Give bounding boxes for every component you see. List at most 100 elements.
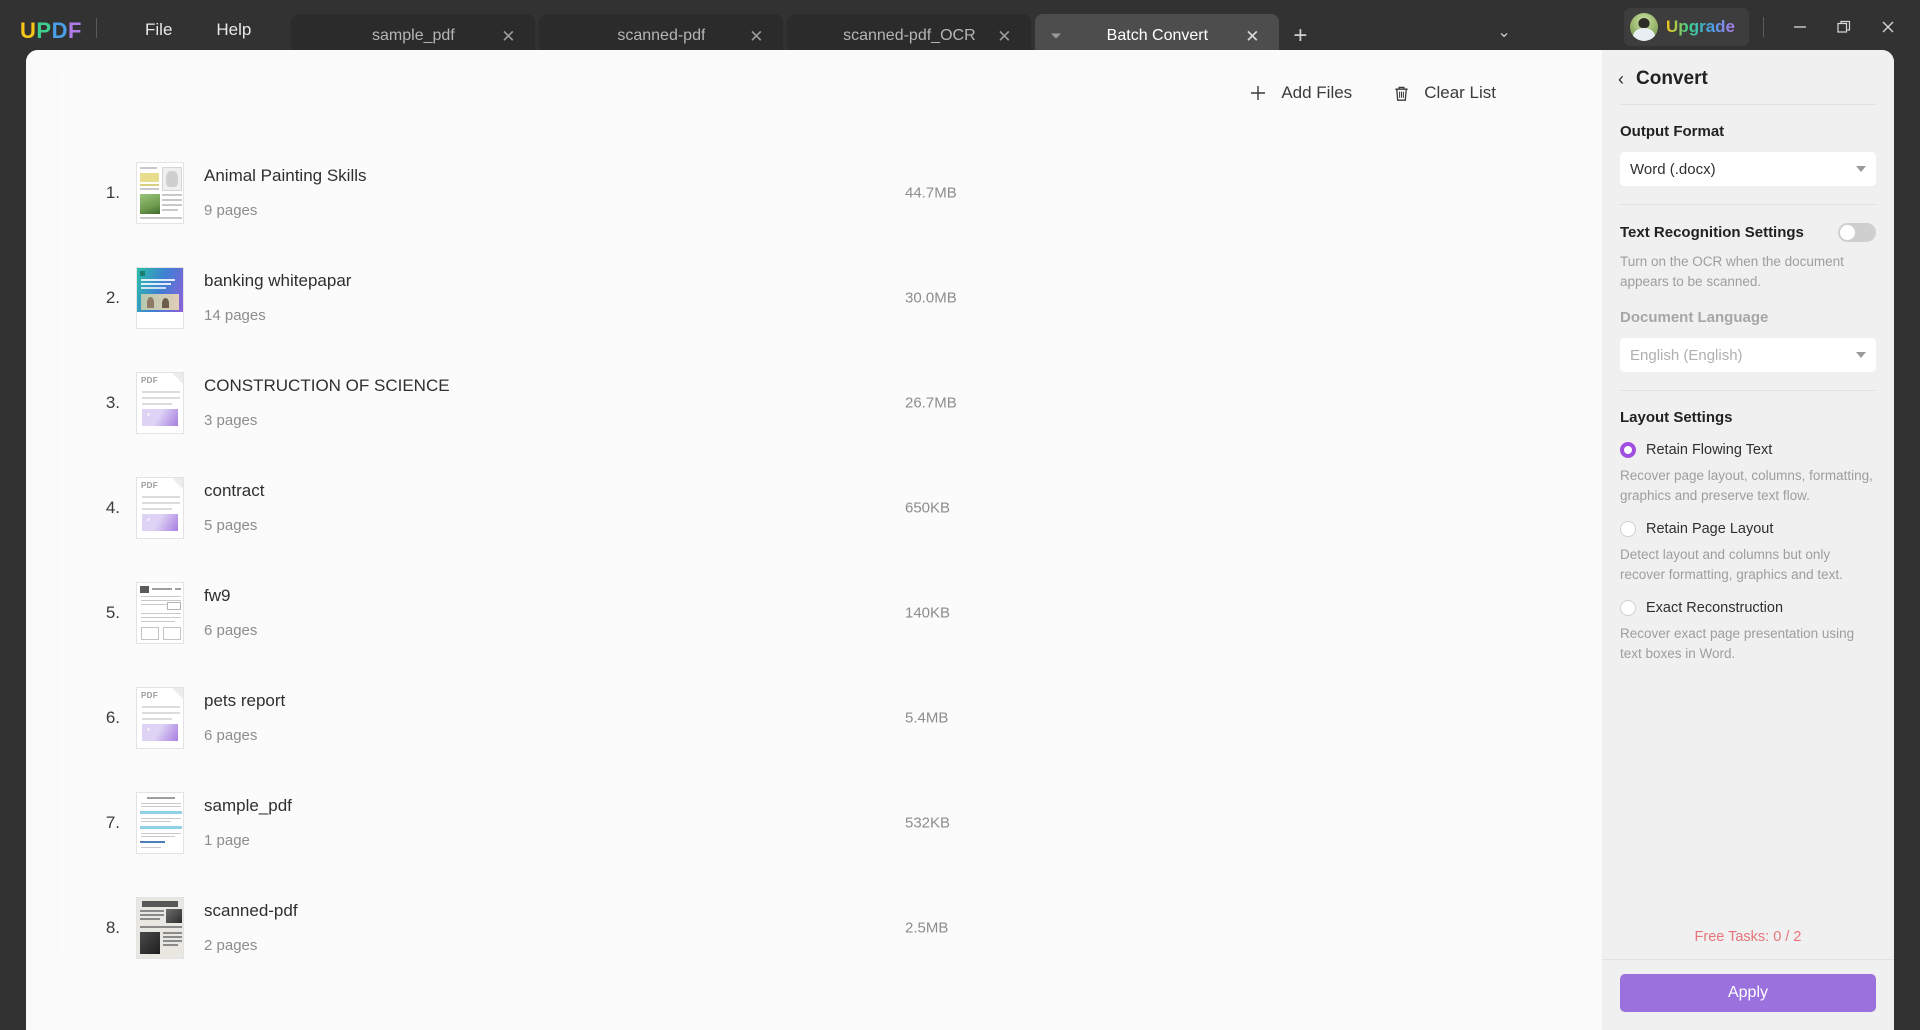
- radio-retain-flowing-text[interactable]: Retain Flowing Text: [1620, 442, 1876, 459]
- close-icon[interactable]: ✕: [995, 27, 1013, 45]
- row-index: 5.: [105, 602, 120, 622]
- tab-label: scanned-pdf: [617, 27, 706, 44]
- menu-item-file[interactable]: File: [123, 16, 194, 44]
- file-thumbnail: [136, 791, 184, 854]
- layout-settings-section: Layout Settings Retain Flowing Text Reco…: [1602, 391, 1894, 663]
- row-index: 4.: [105, 497, 120, 517]
- back-chevron-icon[interactable]: ‹: [1618, 70, 1624, 88]
- table-row[interactable]: 4. contract 5 pages 650KB: [60, 455, 1530, 560]
- convert-panel: ‹ Convert Output Format Word (.docx) Tex…: [1602, 50, 1894, 1030]
- table-row[interactable]: 5. fw9 6 pages 140KB: [60, 560, 1530, 665]
- clear-list-button[interactable]: Clear List: [1390, 82, 1496, 104]
- app-shell: Add Files Clear List 1. Animal Painting …: [26, 50, 1894, 1030]
- radio-exact-reconstruction[interactable]: Exact Reconstruction: [1620, 600, 1876, 617]
- apply-button[interactable]: Apply: [1620, 974, 1876, 1012]
- ocr-toggle[interactable]: [1838, 223, 1876, 242]
- plus-icon: [1247, 82, 1269, 104]
- file-size: 140KB: [905, 604, 951, 621]
- row-index: 6.: [105, 707, 120, 727]
- file-size: 30.0MB: [905, 289, 957, 306]
- file-list: 1. Animal Painting Skills 9 pages 44.7MB…: [60, 140, 1530, 980]
- add-files-button[interactable]: Add Files: [1247, 82, 1352, 104]
- table-row[interactable]: 3. CONSTRUCTION OF SCIENCE 3 pages 26.7M…: [60, 350, 1530, 455]
- list-toolbar: Add Files Clear List: [1247, 82, 1496, 104]
- upgrade-label: Upgrade: [1666, 17, 1735, 36]
- menu-item-help[interactable]: Help: [194, 16, 273, 44]
- document-language-select[interactable]: English (English): [1620, 338, 1876, 373]
- file-pages: 1 page: [204, 832, 250, 849]
- radio-retain-page-layout[interactable]: Retain Page Layout: [1620, 521, 1876, 538]
- menu-bar: File Help: [123, 16, 273, 44]
- row-index: 1.: [105, 182, 120, 202]
- radio-label: Exact Reconstruction: [1646, 600, 1784, 617]
- toggle-knob: [1840, 225, 1855, 240]
- close-window-button[interactable]: [1866, 12, 1910, 42]
- minimize-icon: [1794, 26, 1806, 28]
- table-row[interactable]: 2. banking whitepapar 14 pages 30.0MB: [60, 245, 1530, 350]
- document-language-label: Document Language: [1620, 309, 1769, 327]
- close-icon: [1882, 21, 1894, 33]
- chevron-down-icon: [1856, 352, 1866, 359]
- file-name: CONSTRUCTION OF SCIENCE: [204, 376, 450, 395]
- table-row[interactable]: 6. pets report 6 pages 5.4MB: [60, 665, 1530, 770]
- panel-header: ‹ Convert: [1602, 50, 1894, 104]
- file-thumbnail: [136, 686, 184, 749]
- logo-divider: [96, 18, 97, 38]
- file-info: fw9 6 pages: [204, 586, 257, 639]
- radio-description: Recover page layout, columns, formatting…: [1620, 468, 1873, 503]
- row-index: 3.: [105, 392, 120, 412]
- radio-description: Recover exact page presentation using te…: [1620, 626, 1855, 661]
- output-format-value: Word (.docx): [1630, 160, 1716, 178]
- file-thumbnail: [136, 371, 184, 434]
- controls-divider: [1763, 17, 1764, 37]
- logo-letter-p: P: [36, 18, 52, 43]
- chevron-down-icon[interactable]: [1051, 33, 1062, 39]
- file-name: sample_pdf: [204, 796, 292, 815]
- avatar: [1630, 13, 1659, 41]
- file-size: 5.4MB: [905, 709, 949, 726]
- file-size: 532KB: [905, 814, 951, 831]
- panel-title: Convert: [1636, 68, 1708, 89]
- close-icon[interactable]: ✕: [1243, 27, 1261, 45]
- document-language-section: Document Language English (English): [1602, 291, 1894, 373]
- file-size: 26.7MB: [905, 394, 957, 411]
- file-name: Animal Painting Skills: [204, 166, 367, 185]
- minimize-button[interactable]: [1778, 12, 1822, 42]
- table-row[interactable]: 8. scanned-pdf 2 pages 2.5MB: [60, 875, 1530, 980]
- tab-label: Batch Convert: [1106, 27, 1209, 44]
- table-row[interactable]: 1. Animal Painting Skills 9 pages 44.7MB: [60, 140, 1530, 245]
- file-info: Animal Painting Skills 9 pages: [204, 166, 367, 219]
- file-size: 650KB: [905, 499, 951, 516]
- close-icon[interactable]: ✕: [747, 27, 765, 45]
- logo-letter-d: D: [51, 18, 68, 43]
- workspace: Add Files Clear List 1. Animal Painting …: [26, 50, 1602, 1030]
- tab-label: scanned-pdf_OCR: [843, 27, 976, 44]
- panel-spacer: [1602, 664, 1894, 920]
- table-row[interactable]: 7. sample_pdf 1 page 532KB: [60, 770, 1530, 875]
- upgrade-button[interactable]: Upgrade: [1624, 8, 1749, 46]
- output-format-label: Output Format: [1620, 123, 1725, 140]
- radio-icon: [1620, 442, 1636, 459]
- file-size: 44.7MB: [905, 184, 957, 201]
- row-index: 8.: [105, 917, 120, 937]
- chevron-down-icon: [1856, 166, 1866, 172]
- file-pages: 6 pages: [204, 622, 258, 639]
- tab-list-chevron-down-icon[interactable]: ⌄: [1497, 22, 1510, 42]
- file-info: contract 5 pages: [204, 481, 264, 534]
- file-info: pets report 6 pages: [204, 691, 285, 744]
- window-controls-group: Upgrade: [1624, 8, 1910, 46]
- output-format-select[interactable]: Word (.docx): [1620, 152, 1876, 186]
- maximize-button[interactable]: [1822, 12, 1866, 42]
- file-name: pets report: [204, 691, 286, 710]
- file-list-card: Add Files Clear List 1. Animal Painting …: [60, 62, 1530, 962]
- close-icon[interactable]: ✕: [499, 27, 517, 45]
- radio-icon: [1620, 521, 1636, 538]
- apply-footer: Apply: [1602, 959, 1894, 1030]
- file-size: 2.5MB: [905, 919, 949, 936]
- file-info: banking whitepapar 14 pages: [204, 271, 351, 324]
- clear-list-label: Clear List: [1424, 83, 1496, 102]
- file-name: scanned-pdf: [204, 901, 298, 920]
- row-index: 2.: [105, 287, 120, 307]
- output-format-section: Output Format Word (.docx): [1602, 105, 1894, 186]
- file-pages: 6 pages: [204, 727, 258, 744]
